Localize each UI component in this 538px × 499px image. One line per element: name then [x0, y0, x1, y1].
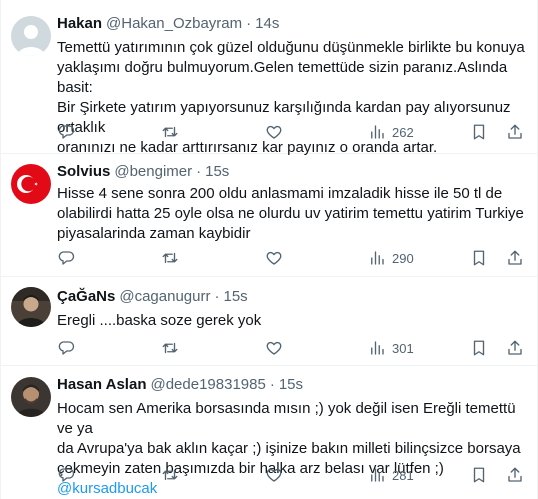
retweet-icon	[162, 252, 178, 264]
share-icon	[508, 250, 522, 265]
views-button[interactable]: 281	[368, 465, 414, 485]
share-button[interactable]	[506, 122, 524, 142]
display-name[interactable]: Hasan Aslan	[57, 375, 146, 395]
reply-icon	[58, 468, 75, 482]
timestamp[interactable]: 15s	[223, 287, 247, 307]
view-count: 301	[392, 340, 414, 356]
bookmark-button[interactable]	[470, 465, 488, 485]
tweet-text-content: Hisse 4 sene sonra 200 oldu anlasmami im…	[57, 185, 524, 242]
tweet-feed: Hakan @Hakan_Ozbayram · 14s Temettü yatı…	[0, 0, 538, 499]
reply-button[interactable]	[57, 338, 75, 358]
tweet[interactable]: Solvius @bengimer · 15s Hisse 4 sene son…	[1, 154, 537, 277]
retweet-button[interactable]	[161, 465, 179, 485]
action-bar: 281	[57, 465, 527, 485]
tweet-text: Hisse 4 sene sonra 200 oldu anlasmami im…	[57, 184, 527, 244]
tweet[interactable]: ÇaĞaNs @caganugurr · 15s Eregli ....bask…	[1, 277, 537, 366]
separator-dot: ·	[269, 376, 275, 393]
timestamp[interactable]: 15s	[205, 162, 229, 182]
tweet[interactable]: Hakan @Hakan_Ozbayram · 14s Temettü yatı…	[1, 0, 537, 156]
reply-icon	[58, 251, 75, 265]
bookmark-icon	[473, 250, 485, 266]
tweet[interactable]: Hasan Aslan @dede19831985 · 15s Hocam se…	[1, 366, 537, 499]
retweet-button[interactable]	[161, 122, 179, 142]
views-icon	[371, 125, 384, 139]
retweet-icon	[162, 126, 178, 138]
share-button[interactable]	[506, 338, 524, 358]
user-photo-avatar	[11, 377, 51, 417]
tweet-text-content: Eregli ....baska soze gerek yok	[57, 312, 262, 329]
bookmark-icon	[473, 340, 485, 356]
bookmark-button[interactable]	[470, 338, 488, 358]
avatar[interactable]	[11, 164, 51, 204]
view-count: 290	[392, 250, 414, 266]
tweet-header: Hasan Aslan @dede19831985 · 15s	[57, 375, 303, 395]
bookmark-icon	[473, 124, 485, 140]
avatar[interactable]	[11, 16, 51, 56]
action-bar: 290	[57, 248, 527, 268]
bookmark-button[interactable]	[470, 248, 488, 268]
like-button[interactable]	[265, 338, 283, 358]
turkish-flag-icon	[11, 164, 51, 204]
retweet-button[interactable]	[161, 338, 179, 358]
separator-dot: ·	[196, 163, 202, 180]
reply-icon	[58, 341, 75, 355]
views-icon	[371, 468, 384, 482]
reply-icon	[58, 125, 75, 139]
views-button[interactable]: 262	[368, 122, 414, 142]
reply-button[interactable]	[57, 465, 75, 485]
display-name[interactable]: Hakan	[57, 14, 102, 34]
like-icon	[266, 341, 282, 355]
share-icon	[508, 340, 522, 355]
timestamp[interactable]: 14s	[255, 14, 279, 34]
retweet-button[interactable]	[161, 248, 179, 268]
views-button[interactable]: 290	[368, 248, 414, 268]
like-button[interactable]	[265, 465, 283, 485]
like-icon	[266, 125, 282, 139]
tweet-header: Solvius @bengimer · 15s	[57, 162, 229, 182]
views-icon	[371, 251, 384, 265]
user-photo-avatar	[11, 287, 51, 327]
retweet-icon	[162, 342, 178, 354]
views-button[interactable]: 301	[368, 338, 414, 358]
bookmark-icon	[473, 467, 485, 483]
bookmark-button[interactable]	[470, 122, 488, 142]
tweet-header: Hakan @Hakan_Ozbayram · 14s	[57, 14, 279, 34]
like-button[interactable]	[265, 248, 283, 268]
reply-button[interactable]	[57, 122, 75, 142]
action-bar: 262	[57, 122, 527, 142]
display-name[interactable]: Solvius	[57, 162, 110, 182]
user-handle[interactable]: @dede19831985	[150, 375, 265, 395]
avatar[interactable]	[11, 287, 51, 327]
timestamp[interactable]: 15s	[279, 375, 303, 395]
view-count: 262	[392, 124, 414, 140]
display-name[interactable]: ÇaĞaNs	[57, 287, 115, 307]
user-handle[interactable]: @bengimer	[114, 162, 192, 182]
view-count: 281	[392, 467, 414, 483]
tweet-header: ÇaĞaNs @caganugurr · 15s	[57, 287, 248, 307]
separator-dot: ·	[246, 15, 252, 32]
views-icon	[371, 341, 384, 355]
user-handle[interactable]: @Hakan_Ozbayram	[106, 14, 242, 34]
user-handle[interactable]: @caganugurr	[119, 287, 210, 307]
separator-dot: ·	[214, 288, 220, 305]
share-icon	[508, 124, 522, 139]
retweet-icon	[162, 469, 178, 481]
tweet-text: Eregli ....baska soze gerek yok	[57, 311, 527, 331]
like-icon	[266, 251, 282, 265]
share-icon	[508, 467, 522, 482]
like-button[interactable]	[265, 122, 283, 142]
avatar[interactable]	[11, 377, 51, 417]
like-icon	[266, 468, 282, 482]
reply-button[interactable]	[57, 248, 75, 268]
share-button[interactable]	[506, 248, 524, 268]
action-bar: 301	[57, 338, 527, 358]
default-avatar-icon	[11, 16, 51, 56]
share-button[interactable]	[506, 465, 524, 485]
